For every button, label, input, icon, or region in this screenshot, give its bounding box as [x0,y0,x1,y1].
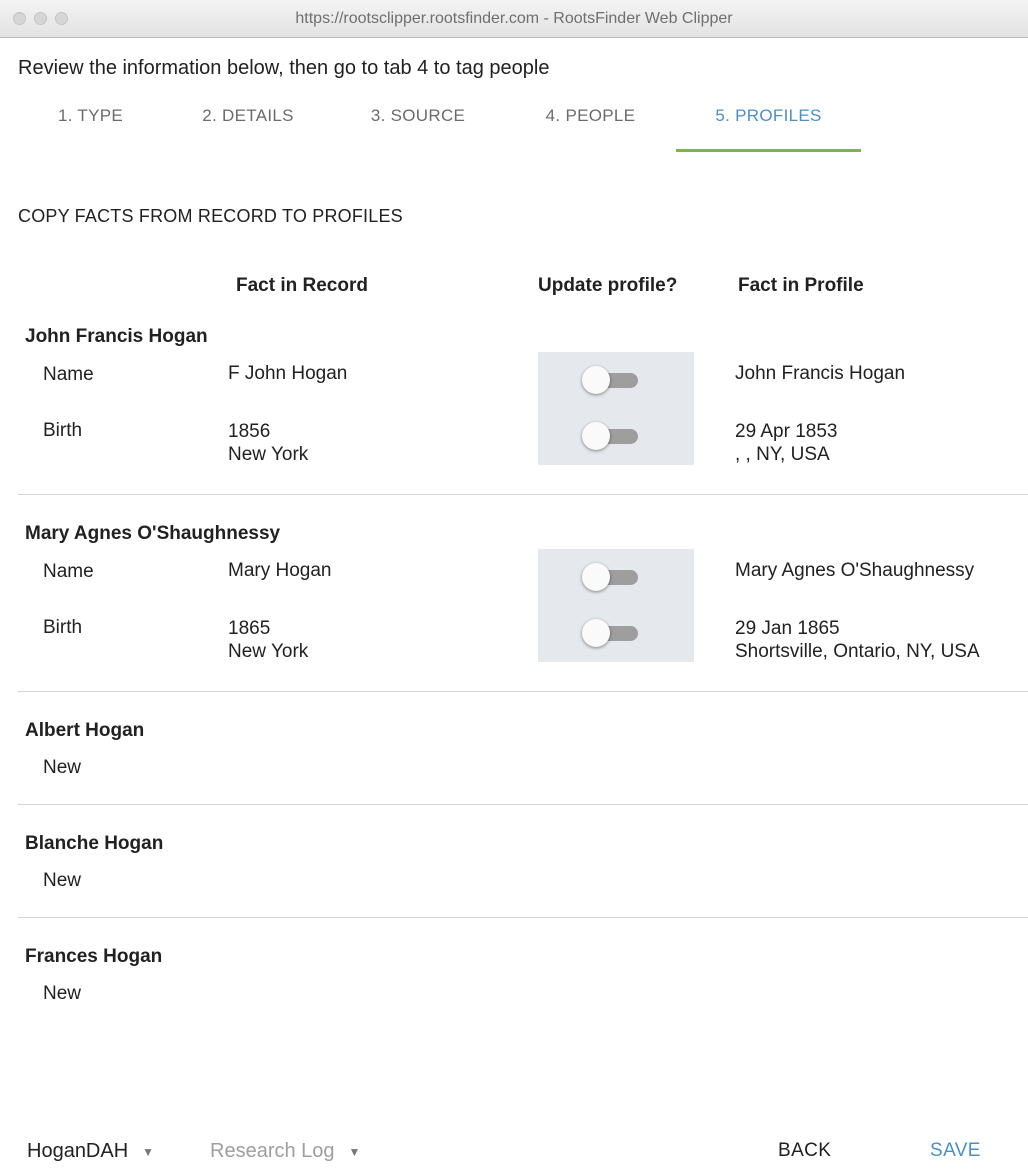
fact-label: Name [43,561,94,582]
fact-in-profile: Mary Agnes O'Shaughnessy [735,560,975,581]
divider [18,917,1028,918]
chevron-down-icon: ▼ [348,1144,361,1159]
fact-in-profile: John Francis Hogan [735,363,906,384]
person-name: John Francis Hogan [25,326,208,347]
new-person-status: New [43,870,82,891]
back-button[interactable]: BACK [778,1140,831,1162]
tree-select[interactable]: HoganDAH ▼ [27,1140,154,1163]
new-person-status: New [43,983,82,1004]
update-birth-toggle[interactable] [582,619,638,647]
tab-profiles[interactable]: 5. PROFILES [676,100,861,152]
person-name: Blanche Hogan [25,833,164,854]
column-header-fact-in-profile: Fact in Profile [738,275,864,296]
active-tab-indicator [676,149,861,152]
fact-in-record: 1856 New York [228,421,309,465]
new-person-status: New [43,757,82,778]
column-header-update-profile: Update profile? [538,275,678,296]
fact-in-record: 1865 New York [228,618,309,662]
divider [18,691,1028,692]
window-titlebar: https://rootsclipper.rootsfinder.com - R… [0,0,1028,38]
person-name: Albert Hogan [25,720,145,741]
fact-label: Birth [43,420,83,441]
fact-in-record: F John Hogan [228,363,348,384]
fact-in-record: Mary Hogan [228,560,332,581]
column-header-fact-in-record: Fact in Record [236,275,368,296]
tab-type[interactable]: 1. TYPE [18,100,163,152]
step-tabs: 1. TYPE 2. DETAILS 3. SOURCE 4. PEOPLE 5… [18,100,1018,155]
window-title: https://rootsclipper.rootsfinder.com - R… [295,10,733,27]
footer-bar: HoganDAH ▼ Research Log ▼ BACK SAVE [0,1128,1028,1173]
fact-in-profile: 29 Apr 1853 , , NY, USA [735,421,838,465]
fact-in-profile: 29 Jan 1865 Shortsville, Ontario, NY, US… [735,618,980,662]
save-button[interactable]: SAVE [930,1140,981,1162]
divider [18,804,1028,805]
tab-people[interactable]: 4. PEOPLE [508,100,673,152]
update-name-toggle[interactable] [582,563,638,591]
update-birth-toggle[interactable] [582,422,638,450]
fact-label: Name [43,364,94,385]
tab-details[interactable]: 2. DETAILS [168,100,328,152]
chevron-down-icon: ▼ [142,1144,155,1159]
tab-source[interactable]: 3. SOURCE [338,100,498,152]
section-title: COPY FACTS FROM RECORD TO PROFILES [18,206,403,226]
update-name-toggle[interactable] [582,366,638,394]
research-log-select[interactable]: Research Log ▼ [210,1140,360,1163]
fact-label: Birth [43,617,83,638]
instruction-text: Review the information below, then go to… [18,57,550,79]
person-name: Frances Hogan [25,946,163,967]
divider [18,494,1028,495]
person-name: Mary Agnes O'Shaughnessy [25,523,281,544]
